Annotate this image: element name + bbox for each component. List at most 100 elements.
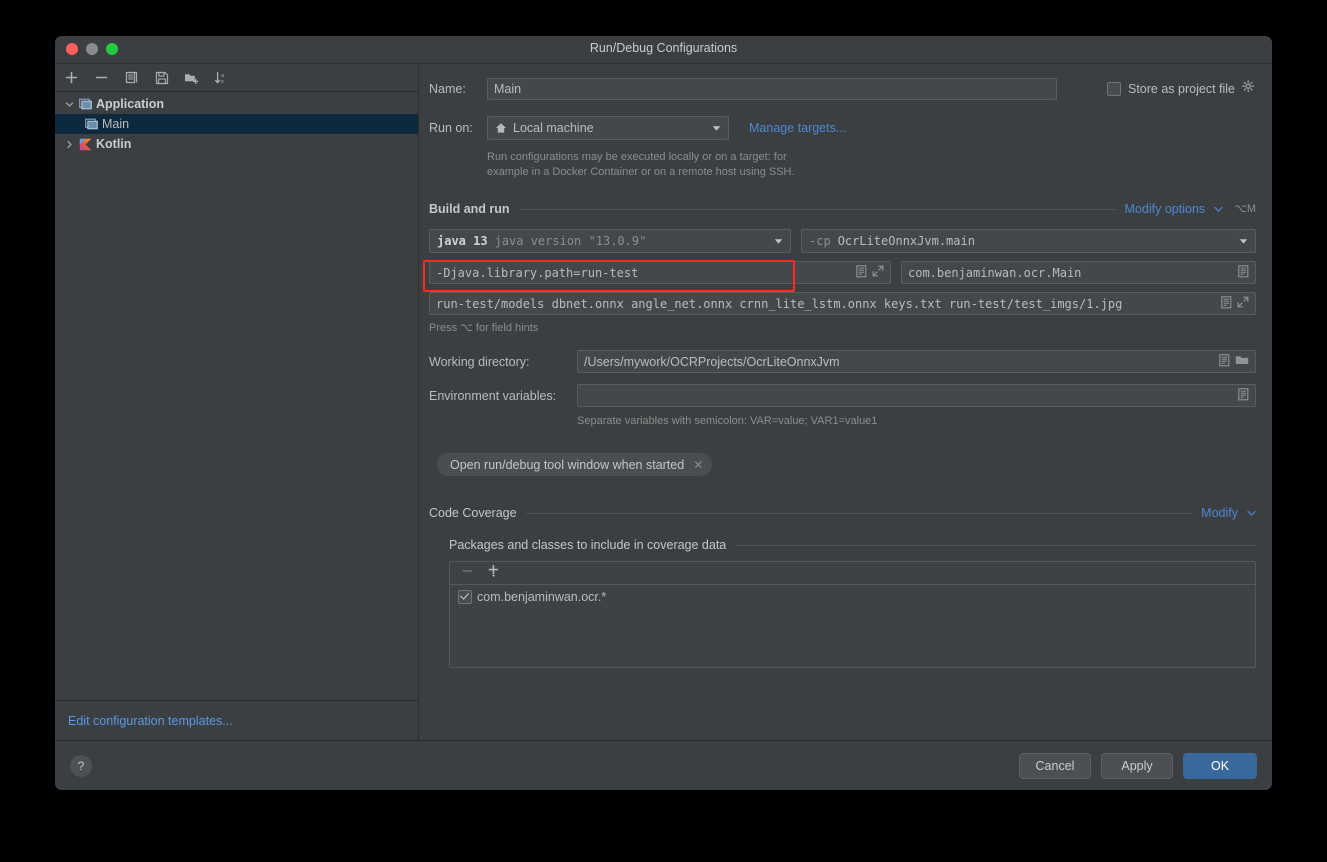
window-titlebar: Run/Debug Configurations [55,36,1272,64]
name-label: Name: [429,82,466,96]
dialog-actions: Cancel Apply OK [1019,752,1257,779]
chevron-right-icon[interactable] [63,140,76,149]
name-input[interactable]: Main [487,78,1057,100]
program-arguments-row: run-test/models dbnet.onnx angle_net.onn… [429,292,1256,315]
vm-options-value: -Djava.library.path=run-test [436,265,639,280]
chevron-down-icon[interactable] [708,125,724,132]
build-and-run-title: Build and run [429,202,510,216]
working-directory-input[interactable]: /Users/mywork/OCRProjects/OcrLiteOnnxJvm [577,350,1256,373]
jre-version-name: java 13 [437,234,488,248]
tree-node-label: Main [102,117,130,131]
insert-macro-icon[interactable] [1238,264,1249,281]
jre-version-detail: java version "13.0.9" [494,234,647,248]
browse-folder-icon[interactable] [1235,354,1249,369]
gear-icon[interactable] [1242,80,1255,98]
chevron-down-icon[interactable] [63,100,76,109]
window-title: Run/Debug Configurations [589,41,738,55]
store-as-project-file-checkbox[interactable] [1107,82,1121,96]
store-as-project-file-row: Store as project file [1107,80,1255,98]
sort-alpha-icon[interactable]: a z [213,69,230,86]
chevron-down-icon[interactable] [1235,238,1251,245]
run-on-hint-line-1: Run configurations may be executed local… [487,151,787,163]
option-chip-open-run-window[interactable]: Open run/debug tool window when started … [437,453,713,476]
coverage-packages-header: Packages and classes to include in cover… [449,538,1256,552]
option-chip-label: Open run/debug tool window when started [450,457,685,472]
dialog-footer: ? Cancel Apply OK [55,740,1272,790]
environment-variables-input[interactable] [577,384,1256,407]
name-input-value: Main [494,82,522,96]
program-arguments-input[interactable]: run-test/models dbnet.onnx angle_net.onn… [429,292,1256,315]
insert-macro-icon[interactable] [1221,295,1232,312]
environment-variables-label: Environment variables: [429,388,557,403]
save-icon[interactable] [153,69,170,86]
name-row: Name: Main Store as project file [429,78,1256,100]
environment-variables-hint: Separate variables with semicolon: VAR=v… [577,415,878,427]
classpath-module-dropdown[interactable]: -cp OcrLiteOnnxJvm.main [801,229,1256,253]
cancel-button[interactable]: Cancel [1019,752,1091,779]
main-class-value: com.benjaminwan.ocr.Main [908,265,1082,280]
configurations-toolbar: a z [55,64,418,92]
section-divider [735,544,1256,546]
apply-button[interactable]: Apply [1101,752,1173,779]
application-icon [76,98,94,110]
close-icon[interactable]: ✕ [693,458,703,472]
working-directory-row: Working directory: /Users/mywork/OCRProj… [429,350,1256,373]
insert-macro-icon[interactable] [856,264,867,281]
edit-configuration-templates-link[interactable]: Edit configuration templates... [68,714,233,728]
expand-editor-icon[interactable] [872,265,884,280]
configurations-tree: Application Main Kotlin [55,92,418,700]
coverage-list-item[interactable]: com.benjaminwan.ocr.* [450,585,1255,604]
coverage-item-label: com.benjaminwan.ocr.* [477,590,607,604]
application-icon [82,118,100,130]
classpath-prefix: -cp [809,234,831,248]
field-hints-text: Press ⌥ for field hints [429,322,539,334]
tree-node-label: Application [96,97,165,111]
expand-editor-icon[interactable] [1237,296,1249,311]
help-button[interactable]: ? [70,754,92,777]
tree-node-label: Kotlin [96,137,132,151]
tree-node-application[interactable]: Application [55,94,418,114]
sidebar-footer: Edit configuration templates... [55,700,418,740]
manage-targets-link[interactable]: Manage targets... [749,121,846,135]
chevron-down-icon[interactable] [1214,200,1223,218]
home-icon [495,122,507,134]
coverage-packages-group: Packages and classes to include in cover… [449,538,1256,668]
plus-dropdown-icon[interactable] [487,564,501,583]
insert-macro-icon[interactable] [1238,387,1249,404]
minus-icon[interactable] [461,564,473,582]
section-divider [525,512,1193,514]
run-on-label: Run on: [429,121,473,135]
store-as-project-file-label: Store as project file [1128,82,1235,96]
vm-options-input[interactable]: -Djava.library.path=run-test [429,261,891,284]
coverage-item-checkbox[interactable] [458,590,472,604]
tree-node-kotlin[interactable]: Kotlin [55,134,418,154]
run-on-hint-line-2: example in a Docker Container or on a re… [487,166,795,178]
section-divider [518,208,1116,210]
tree-node-main[interactable]: Main [55,114,418,134]
run-on-target-value: Local machine [513,121,594,135]
build-and-run-section-header: Build and run Modify options ⌥M [429,200,1256,218]
code-coverage-modify-link[interactable]: Modify [1201,506,1238,520]
run-debug-configurations-window: Run/Debug Configurations a z Application… [55,36,1272,790]
jre-dropdown[interactable]: java 13 java version "13.0.9" [429,229,791,253]
minus-icon[interactable] [93,69,110,86]
configuration-details-panel: Name: Main Store as project file Run on:… [419,64,1272,740]
main-class-input[interactable]: com.benjaminwan.ocr.Main [901,261,1256,284]
vm-options-main-class-row: -Djava.library.path=run-test com.benjami… [429,261,1256,284]
copy-icon[interactable] [123,69,140,86]
coverage-list-toolbar [450,562,1255,585]
options-chip-row: Open run/debug tool window when started … [437,453,1256,476]
chevron-down-icon[interactable] [1247,504,1256,522]
window-body: a z Application Main Kotlin Edit configu… [55,64,1272,740]
run-on-target-dropdown[interactable]: Local machine [487,116,729,140]
insert-macro-icon[interactable] [1219,353,1230,370]
folder-add-icon[interactable] [183,69,200,86]
configurations-sidebar: a z Application Main Kotlin Edit configu… [55,64,419,740]
ok-button[interactable]: OK [1183,752,1257,779]
plus-icon[interactable] [63,69,80,86]
coverage-packages-title: Packages and classes to include in cover… [449,538,727,552]
coverage-packages-list: com.benjaminwan.ocr.* [449,561,1256,668]
kotlin-icon [76,138,94,151]
modify-options-link[interactable]: Modify options [1125,202,1206,216]
chevron-down-icon[interactable] [770,238,786,245]
